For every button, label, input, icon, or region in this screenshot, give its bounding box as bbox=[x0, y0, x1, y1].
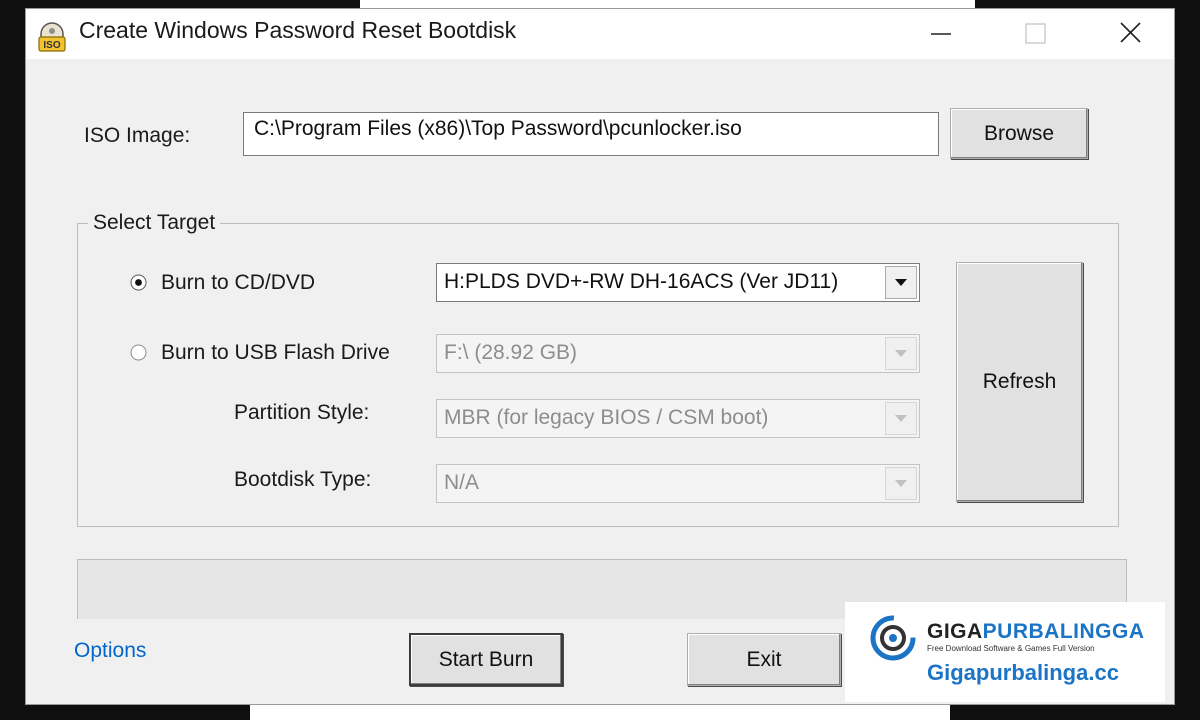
iso-path-input[interactable]: C:\Program Files (x86)\Top Password\pcun… bbox=[243, 112, 939, 156]
partition-style-select[interactable]: MBR (for legacy BIOS / CSM boot) bbox=[436, 399, 920, 438]
cd-drive-value: H:PLDS DVD+-RW DH-16ACS (Ver JD11) bbox=[444, 270, 839, 293]
maximize-icon bbox=[1025, 23, 1046, 44]
watermark-overlay: GIGAPURBALINGGA Free Download Software &… bbox=[845, 602, 1165, 702]
svg-text:ISO: ISO bbox=[43, 40, 60, 51]
bootdisk-type-value: N/A bbox=[444, 471, 480, 494]
usb-drive-dropdown[interactable] bbox=[885, 337, 917, 370]
exit-button[interactable]: Exit bbox=[687, 633, 841, 686]
start-burn-button[interactable]: Start Burn bbox=[409, 633, 563, 686]
bootdisk-type-select[interactable]: N/A bbox=[436, 464, 920, 503]
options-link[interactable]: Options bbox=[74, 639, 146, 663]
close-icon bbox=[1120, 22, 1141, 43]
title-bar[interactable]: ISO Create Windows Password Reset Bootdi… bbox=[26, 9, 1174, 59]
cd-drive-dropdown[interactable] bbox=[885, 266, 917, 299]
partition-style-value: MBR (for legacy BIOS / CSM boot) bbox=[444, 406, 769, 429]
burn-usb-option[interactable]: Burn to USB Flash Drive bbox=[130, 341, 430, 371]
dropdown-arrow-icon bbox=[895, 279, 907, 286]
usb-drive-value: F:\ (28.92 GB) bbox=[444, 341, 578, 364]
watermark-url: Gigapurbalinga.cc bbox=[927, 660, 1119, 685]
iso-path-value: C:\Program Files (x86)\Top Password\pcun… bbox=[254, 117, 742, 140]
window-title: Create Windows Password Reset Bootdisk bbox=[79, 17, 517, 43]
cd-drive-select[interactable]: H:PLDS DVD+-RW DH-16ACS (Ver JD11) bbox=[436, 263, 920, 302]
watermark-brand: GIGAPURBALINGGA bbox=[927, 620, 1145, 644]
refresh-button[interactable]: Refresh bbox=[956, 262, 1083, 502]
browse-button-label: Browse bbox=[983, 121, 1055, 145]
minimize-icon bbox=[931, 33, 951, 35]
watermark-brand-part2: PURBALINGGA bbox=[982, 620, 1145, 643]
watermark-tagline: Free Download Software & Games Full Vers… bbox=[927, 644, 1095, 653]
bootdisk-type-dropdown[interactable] bbox=[885, 467, 917, 500]
background-strip-bottom bbox=[250, 705, 950, 720]
bootdisk-type-label: Bootdisk Type: bbox=[234, 468, 372, 491]
iso-image-label: ISO Image: bbox=[84, 124, 191, 147]
exit-button-label: Exit bbox=[746, 647, 782, 671]
maximize-button[interactable] bbox=[1001, 9, 1071, 59]
watermark-logo-icon bbox=[870, 615, 916, 661]
burn-usb-label: Burn to USB Flash Drive bbox=[161, 341, 390, 364]
partition-style-dropdown[interactable] bbox=[885, 402, 917, 435]
radio-selected-icon[interactable] bbox=[130, 274, 147, 291]
usb-drive-select[interactable]: F:\ (28.92 GB) bbox=[436, 334, 920, 373]
dropdown-arrow-icon bbox=[895, 415, 907, 422]
dropdown-arrow-icon bbox=[895, 350, 907, 357]
watermark-brand-part1: GIGA bbox=[927, 620, 983, 643]
burn-cd-option[interactable]: Burn to CD/DVD bbox=[130, 271, 410, 301]
bootdisk-window: ISO Create Windows Password Reset Bootdi… bbox=[25, 8, 1175, 705]
burn-cd-label: Burn to CD/DVD bbox=[161, 271, 316, 294]
close-button[interactable] bbox=[1096, 9, 1166, 59]
partition-style-label: Partition Style: bbox=[234, 401, 370, 424]
select-target-title: Select Target bbox=[88, 211, 221, 235]
radio-unselected-icon[interactable] bbox=[130, 344, 147, 361]
minimize-button[interactable] bbox=[906, 9, 976, 59]
refresh-button-label: Refresh bbox=[982, 370, 1057, 393]
start-burn-button-label: Start Burn bbox=[438, 647, 534, 671]
browse-button[interactable]: Browse bbox=[950, 108, 1088, 159]
app-iso-icon: ISO bbox=[38, 22, 66, 52]
dropdown-arrow-icon bbox=[895, 480, 907, 487]
